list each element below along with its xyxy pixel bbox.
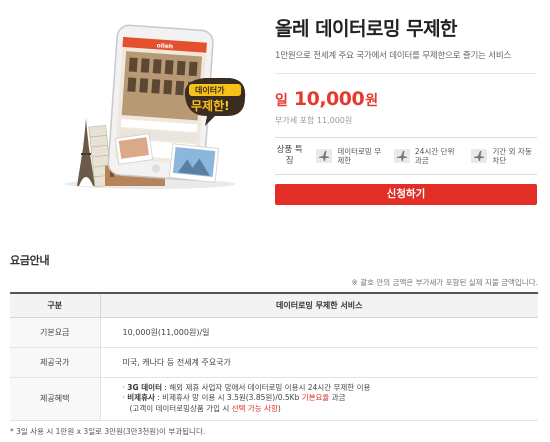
row-value: 미국, 캐나다 등 전세계 주요국가 [100, 347, 538, 378]
feature-item: 24시간 단위 과금 [393, 146, 460, 166]
bubble-line1: 데이터가 [195, 85, 225, 95]
airplane-icon [316, 149, 333, 163]
benefit-nonpartner-label: 비제휴사 [127, 393, 155, 403]
feature-item: 데이터로밍 무제한 [316, 147, 382, 166]
airplane-icon [471, 149, 488, 163]
benefit-nonpartner-text: : 비제휴사 망 이용 시 3.5원(3.85원)/0.5Kb [154, 393, 302, 403]
feature-label: 데이터로밍 무제한 [337, 146, 382, 166]
table-row: 기본요금 10,000원(11,000원)/일 [10, 317, 538, 348]
phone-app-label: olleh [156, 42, 173, 50]
product-title: 올레 데이터로밍 무제한 [275, 18, 458, 40]
price-unit: 원 [365, 93, 379, 109]
feature-item: 기간 외 자동차단 [471, 147, 537, 166]
benefit-3g-text: : 해외 제휴 사업자 망에서 데이터로밍 이용시 24시간 무제한 이용 [161, 382, 371, 392]
fee-table: 구분 데이터로밍 무제한 서비스 기본요금 10,000원(11,000원)/일… [10, 292, 538, 421]
feature-list: 상품 특징 데이터로밍 무제한 24시간 단위 과금 기간 외 자동차단 [275, 137, 537, 175]
feature-label: 24시간 단위 과금 [414, 146, 455, 166]
vat-note: 부가세 포함 11,000원 [275, 116, 353, 125]
benefit-option-text: (고객이 데이터로밍상품 가입 시 [129, 403, 232, 413]
table-header-service: 데이터로밍 무제한 서비스 [100, 293, 538, 318]
fee-guide-title: 요금안내 [10, 254, 50, 267]
benefit-line-3g: · 3G 데이터 : 해외 제휴 사업자 망에서 데이터로밍 이용시 24시간 … [122, 382, 371, 392]
smartphone-travel-illustration: olleh 데이터가 무제한! [65, 24, 246, 189]
hero-illustration: olleh 데이터가 무제한! [55, 18, 255, 190]
features-label: 상품 특징 [276, 145, 303, 166]
price-prefix: 일 [275, 93, 288, 109]
fee-footnote: * 3일 사용 시 1만원 x 3일로 3만원(3만3천원)이 부과됩니다. [10, 427, 206, 436]
photo-card-icon [114, 133, 154, 165]
table-header-category: 구분 [10, 293, 101, 318]
row-label: 제공국가 [10, 347, 101, 378]
option-highlight: 선택 가능 사항 [231, 403, 278, 413]
table-row: 제공국가 미국, 캐나다 등 전세계 주요국가 [10, 347, 538, 378]
apply-button[interactable]: 신청하기 [275, 184, 537, 205]
table-row: 제공혜택 · 3G 데이터 : 해외 제휴 사업자 망에서 데이터로밍 이용시 … [10, 377, 539, 421]
airplane-icon [393, 149, 410, 163]
feature-label: 기간 외 자동차단 [492, 146, 532, 166]
row-value: 10,000원(11,000원)/일 [100, 317, 538, 348]
benefit-3g-label: 3G 데이터 [127, 382, 162, 392]
benefit-nonpartner-tail: 과금 [329, 393, 346, 403]
price-amount: 10,000 [293, 88, 365, 110]
product-info: 올레 데이터로밍 무제한 1만원으로 전세계 주요 국가에서 데이터를 무제한으… [275, 16, 537, 205]
price-row: 일 10,000 원 [275, 88, 537, 112]
benefit-line-nonpartner: · 비제휴사 : 비제휴사 망 이용 시 3.5원(3.85원)/0.5Kb 기… [122, 393, 346, 403]
benefit-option-tail: ) [277, 403, 281, 413]
row-label: 제공혜택 [10, 377, 101, 421]
divider [275, 73, 537, 74]
product-subtitle: 1만원으로 전세계 주요 국가에서 데이터를 무제한으로 즐기는 서비스 [275, 51, 512, 61]
bubble-line2: 무제한! [191, 98, 230, 113]
table-header-row: 구분 데이터로밍 무제한 서비스 [10, 293, 538, 318]
benefit-cell: · 3G 데이터 : 해외 제휴 사업자 망에서 데이터로밍 이용시 24시간 … [100, 377, 539, 421]
row-label: 기본요금 [10, 317, 101, 348]
base-rate-highlight: 기본요율 [301, 393, 330, 403]
benefit-line-option: (고객이 데이터로밍상품 가입 시 선택 가능 사항) [123, 404, 539, 415]
photo-card-icon [168, 143, 220, 183]
fee-table-note: ※ 괄호 안의 금액은 부가세가 포함된 실제 지불 금액입니다. [351, 278, 538, 287]
